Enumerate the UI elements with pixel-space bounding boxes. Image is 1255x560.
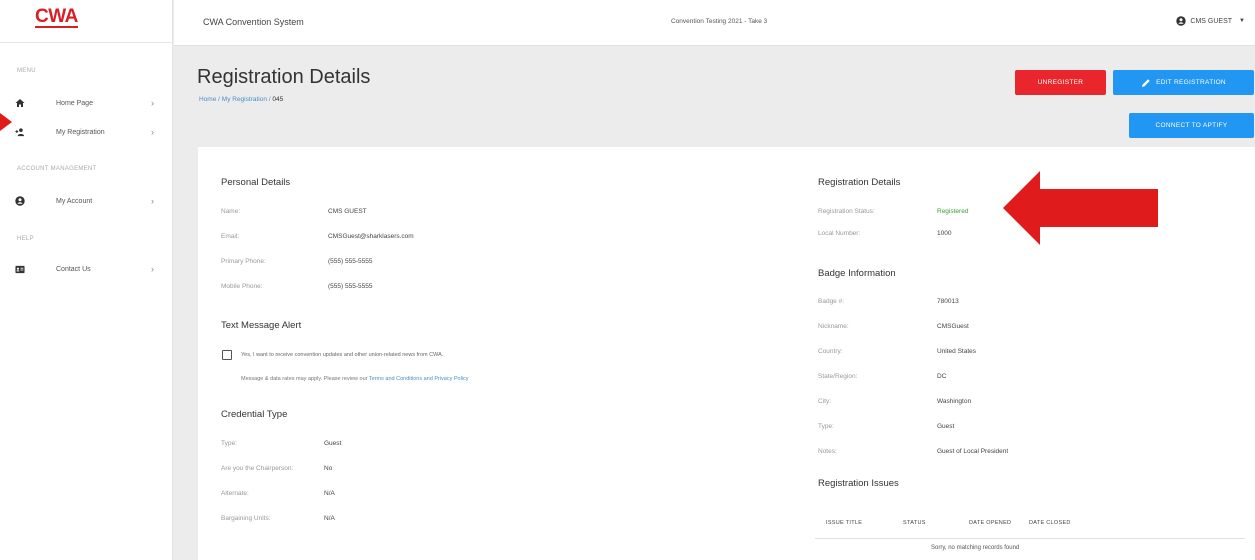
field-value: 1000: [937, 230, 952, 237]
field-value: CMSGuest@sharklasers.com: [328, 233, 414, 240]
sms-opt-in-label: Yes, I want to receive convention update…: [241, 352, 444, 358]
field-label: Registration Status:: [818, 208, 875, 215]
app-title: CWA Convention System: [203, 17, 304, 27]
sidebar-item-home[interactable]: Home Page ›: [0, 92, 173, 114]
field-label: Badge #:: [818, 298, 845, 305]
registration-issues-heading: Registration Issues: [818, 478, 899, 489]
field-value: N/A: [324, 490, 335, 497]
annotation-arrow-small: [0, 113, 12, 131]
user-name: CMS GUEST: [1190, 17, 1233, 25]
cwa-logo[interactable]: CWA: [35, 7, 78, 28]
user-plus-icon: [15, 127, 25, 137]
field-label: Nickname:: [818, 323, 849, 330]
chevron-right-icon: ›: [151, 98, 154, 108]
column-header-date-opened[interactable]: DATE OPENED: [969, 520, 1011, 526]
field-label: Local Number:: [818, 230, 861, 237]
section-help: HELP: [17, 236, 34, 242]
chevron-right-icon: ›: [151, 196, 154, 206]
page-title: Registration Details: [197, 66, 371, 88]
sidebar-item-label: Home Page: [56, 99, 93, 107]
breadcrumb-separator: /: [268, 96, 271, 103]
field-value: CMS GUEST: [328, 208, 367, 215]
field-label: Bargaining Units:: [221, 515, 271, 522]
chevron-right-icon: ›: [151, 127, 154, 137]
field-value: United States: [937, 348, 977, 355]
personal-details-heading: Personal Details: [221, 177, 291, 188]
column-header-status[interactable]: STATUS: [903, 520, 926, 526]
sidebar-item-label: My Account: [56, 197, 93, 205]
field-value: (555) 555-5555: [328, 258, 373, 265]
field-value: Washington: [937, 398, 972, 405]
field-label: Country:: [818, 348, 843, 355]
caret-down-icon: ▼: [1239, 18, 1245, 24]
field-label: Notes:: [818, 448, 837, 455]
field-value: Guest: [324, 440, 342, 447]
breadcrumb-separator: /: [218, 96, 220, 103]
contact-card-icon: [15, 264, 25, 274]
field-label: State/Region:: [818, 373, 858, 380]
field-label: Email:: [221, 233, 240, 240]
table-divider: [815, 538, 1245, 539]
sidebar: CWA MENU Home Page › My Registration › A…: [0, 0, 173, 560]
breadcrumb: Home / My Registration / 045: [199, 96, 283, 103]
section-menu: MENU: [17, 68, 36, 74]
home-icon: [15, 98, 25, 108]
field-label: Alternate:: [221, 490, 249, 497]
sms-disclaimer-text: Message & data rates may apply. Please r…: [241, 376, 368, 382]
field-label: Mobile Phone:: [221, 283, 263, 290]
field-value: CMSGuest: [937, 323, 969, 330]
registration-status-value: Registered: [937, 208, 969, 215]
breadcrumb-my-registration[interactable]: My Registration: [222, 96, 267, 103]
top-bar: CWA Convention System Convention Testing…: [174, 0, 1255, 46]
sms-opt-in-checkbox[interactable]: [222, 350, 232, 360]
edit-registration-button[interactable]: EDIT REGISTRATION: [1113, 70, 1254, 95]
sidebar-item-my-account[interactable]: My Account ›: [0, 190, 173, 212]
field-value: N/A: [324, 515, 335, 522]
column-header-date-closed[interactable]: DATE CLOSED: [1029, 520, 1071, 526]
field-value: Guest: [937, 423, 955, 430]
breadcrumb-home[interactable]: Home: [199, 96, 216, 103]
convention-name: Convention Testing 2021 - Take 3: [671, 18, 768, 25]
field-label: Name:: [221, 208, 241, 215]
breadcrumb-current: 045: [272, 96, 284, 103]
sidebar-item-label: Contact Us: [56, 265, 91, 273]
text-message-alert-heading: Text Message Alert: [221, 320, 302, 331]
field-value: Guest of Local President: [937, 448, 1009, 455]
field-value: (555) 555-5555: [328, 283, 373, 290]
chevron-right-icon: ›: [151, 264, 154, 274]
user-menu[interactable]: CMS GUEST ▼: [1176, 16, 1245, 26]
divider: [0, 42, 173, 43]
registration-details-heading: Registration Details: [818, 177, 901, 188]
badge-information-heading: Badge Information: [818, 268, 896, 279]
credential-type-heading: Credential Type: [221, 409, 288, 420]
field-value: DC: [937, 373, 947, 380]
sidebar-item-contact-us[interactable]: Contact Us ›: [0, 258, 173, 280]
empty-table-message: Sorry, no matching records found: [931, 545, 1020, 551]
field-label: City:: [818, 398, 831, 405]
sidebar-item-label: My Registration: [56, 128, 105, 136]
field-label: Are you the Chairperson:: [221, 465, 294, 472]
connect-to-aptify-button[interactable]: CONNECT TO APTIFY: [1129, 113, 1254, 138]
account-circle-icon: [1176, 16, 1187, 26]
field-label: Type:: [818, 423, 834, 430]
terms-privacy-link[interactable]: Terms and Conditions and Privacy Policy: [369, 376, 469, 382]
account-circle-icon: [15, 196, 25, 206]
sidebar-item-my-registration[interactable]: My Registration ›: [0, 121, 173, 143]
field-value: No: [324, 465, 333, 472]
section-account-management: ACCOUNT MANAGEMENT: [17, 166, 97, 172]
unregister-button[interactable]: UNREGISTER: [1015, 70, 1106, 95]
pencil-icon: [1142, 78, 1150, 87]
sms-disclaimer: Message & data rates may apply. Please r…: [241, 376, 469, 382]
annotation-arrow-large: [1003, 171, 1158, 245]
edit-registration-label: EDIT REGISTRATION: [1156, 79, 1226, 86]
field-label: Primary Phone:: [221, 258, 266, 265]
field-value: 780013: [937, 298, 959, 305]
field-label: Type:: [221, 440, 237, 447]
column-header-issue-title[interactable]: ISSUE TITLE: [826, 520, 862, 526]
